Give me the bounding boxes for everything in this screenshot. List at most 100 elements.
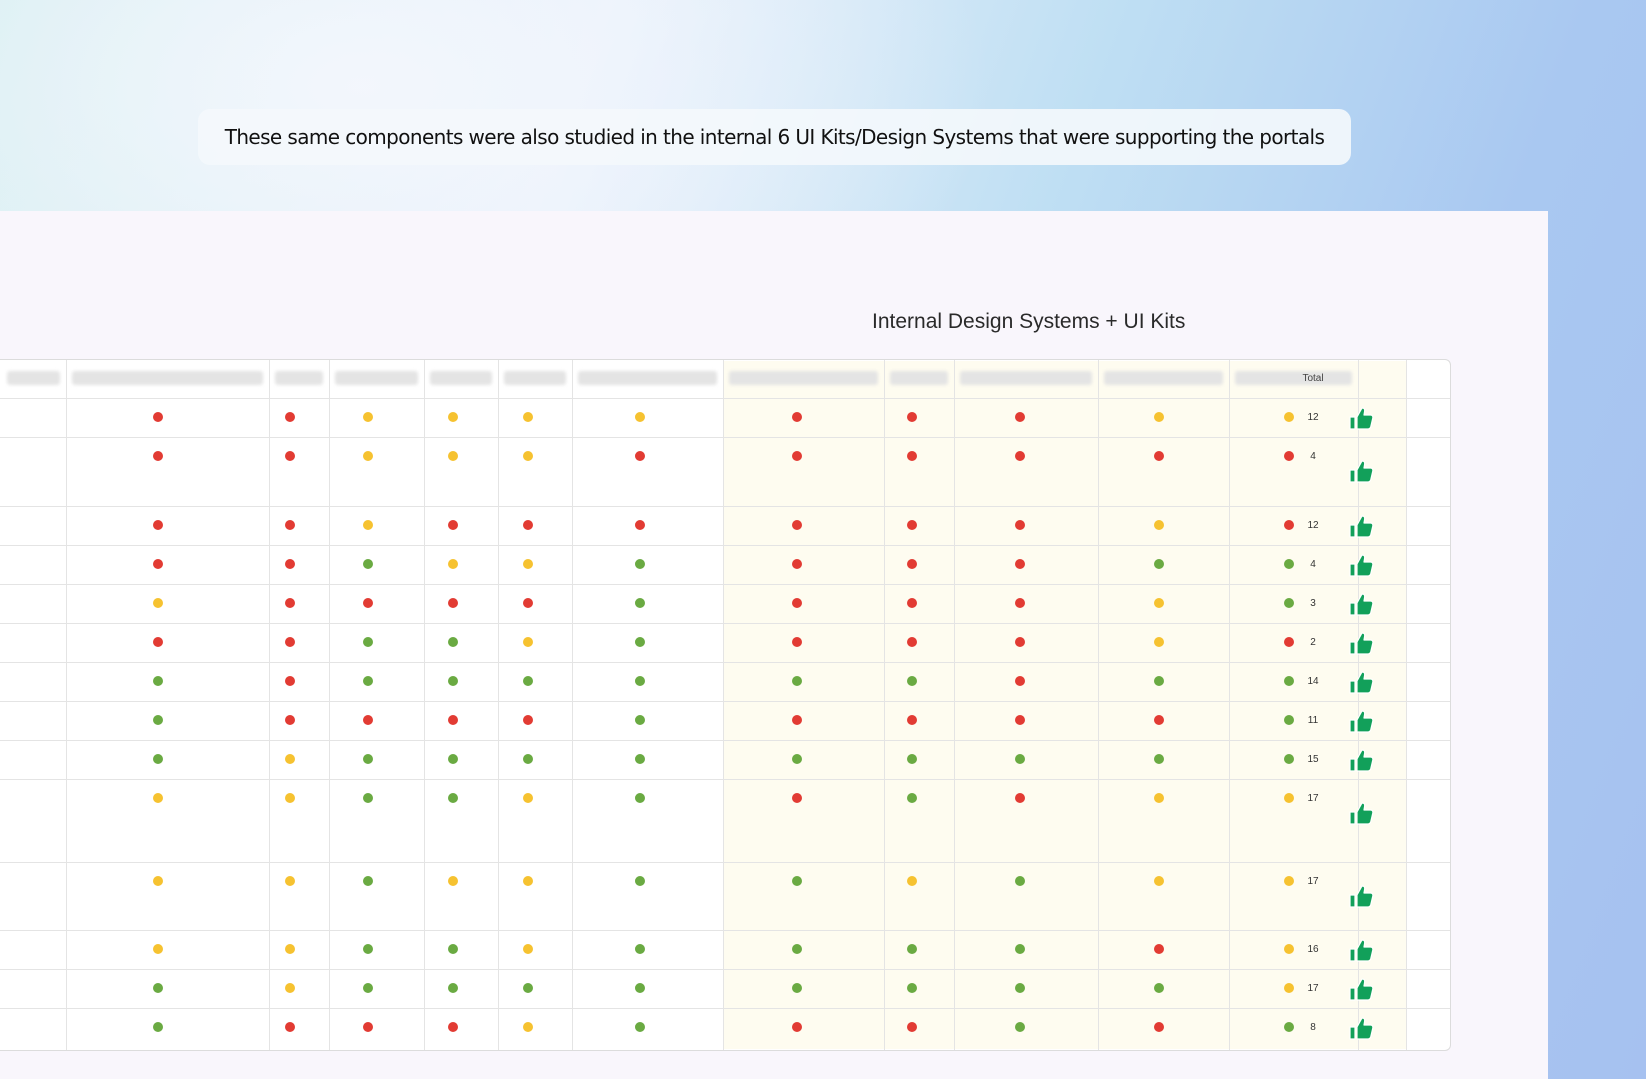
status-dot-green [635,793,645,803]
status-dot-green [635,1022,645,1032]
status-dot-green [153,754,163,764]
status-dot-green [448,944,458,954]
status-dot-yellow [523,559,533,569]
status-dot-green [635,715,645,725]
column-divider [424,360,425,1050]
status-dot-yellow [1154,876,1164,886]
status-dot-red [1154,451,1164,461]
status-dot-green [153,715,163,725]
status-dot-green [792,676,802,686]
status-dot-yellow [635,412,645,422]
column-divider [329,360,330,1050]
status-dot-yellow [907,876,917,886]
status-dot-red [285,715,295,725]
status-dot-yellow [153,598,163,608]
blurred-column-header [504,371,566,385]
status-dot-green [363,944,373,954]
total-value: 3 [1310,598,1316,609]
status-dot-red [1154,1022,1164,1032]
column-divider [884,360,885,1050]
thumbs-up-icon [1348,591,1374,617]
row-divider [0,623,1450,624]
status-dot-green [1154,559,1164,569]
status-dot-green [907,793,917,803]
status-dot-yellow [523,637,533,647]
total-value: 11 [1307,715,1319,726]
row-divider [0,779,1450,780]
total-value: 15 [1307,754,1319,765]
status-dot-red [907,520,917,530]
status-dot-green [635,559,645,569]
status-dot-red [907,1022,917,1032]
status-dot-red [1015,637,1025,647]
column-divider [954,360,955,1050]
status-dot-yellow [523,876,533,886]
thumbs-up-icon [1348,747,1374,773]
status-dot-red [285,451,295,461]
status-dot-yellow [523,944,533,954]
status-dot-red [285,520,295,530]
status-dot-green [1015,876,1025,886]
column-divider [269,360,270,1050]
status-dot-red [635,451,645,461]
status-dot-green [523,983,533,993]
status-dot-red [792,451,802,461]
total-column-header: Total [1302,373,1324,384]
status-dot-green [635,944,645,954]
column-divider [66,360,67,1050]
status-dot-red [1015,412,1025,422]
highlight-column [884,361,954,1049]
blurred-column-header [1104,371,1223,385]
thumbs-up-icon [1348,630,1374,656]
blurred-column-header [7,371,60,385]
status-dot-yellow [363,412,373,422]
status-dot-yellow [448,876,458,886]
status-dot-green [448,676,458,686]
status-dot-red [523,598,533,608]
row-divider [0,862,1450,863]
status-dot-red [153,412,163,422]
status-dot-red [153,451,163,461]
row-divider [0,437,1450,438]
status-dot-green [1015,983,1025,993]
status-dot-yellow [1154,412,1164,422]
row-divider [0,701,1450,702]
status-dot-yellow [285,944,295,954]
status-dot-red [363,598,373,608]
status-dot-red [907,412,917,422]
status-dot-yellow [285,983,295,993]
status-dot-red [285,676,295,686]
status-dot-green [1154,754,1164,764]
blurred-column-header [72,371,263,385]
blurred-column-header [578,371,717,385]
status-dot-red [153,637,163,647]
thumbs-up-icon [1348,669,1374,695]
status-dot-green [363,876,373,886]
total-value: 2 [1310,637,1316,648]
thumbs-up-icon [1348,552,1374,578]
status-dot-yellow [285,754,295,764]
total-value: 17 [1307,793,1319,804]
status-dot-green [635,637,645,647]
status-dot-green [1154,983,1164,993]
status-dot-red [792,559,802,569]
status-dot-red [792,412,802,422]
status-dot-green [635,598,645,608]
row-divider [0,1008,1450,1009]
status-dot-yellow [523,793,533,803]
status-dot-red [792,637,802,647]
status-dot-red [1015,559,1025,569]
column-divider [1229,360,1230,1050]
highlight-column [1098,361,1229,1049]
total-value: 8 [1310,1022,1316,1033]
thumbs-up-icon [1348,937,1374,963]
column-divider [1098,360,1099,1050]
status-dot-red [285,637,295,647]
caption-text: These same components were also studied … [224,125,1325,149]
status-dot-yellow [1154,598,1164,608]
status-dot-green [1154,676,1164,686]
status-dot-red [907,559,917,569]
status-dot-red [285,412,295,422]
blurred-column-header [275,371,323,385]
status-dot-red [907,715,917,725]
